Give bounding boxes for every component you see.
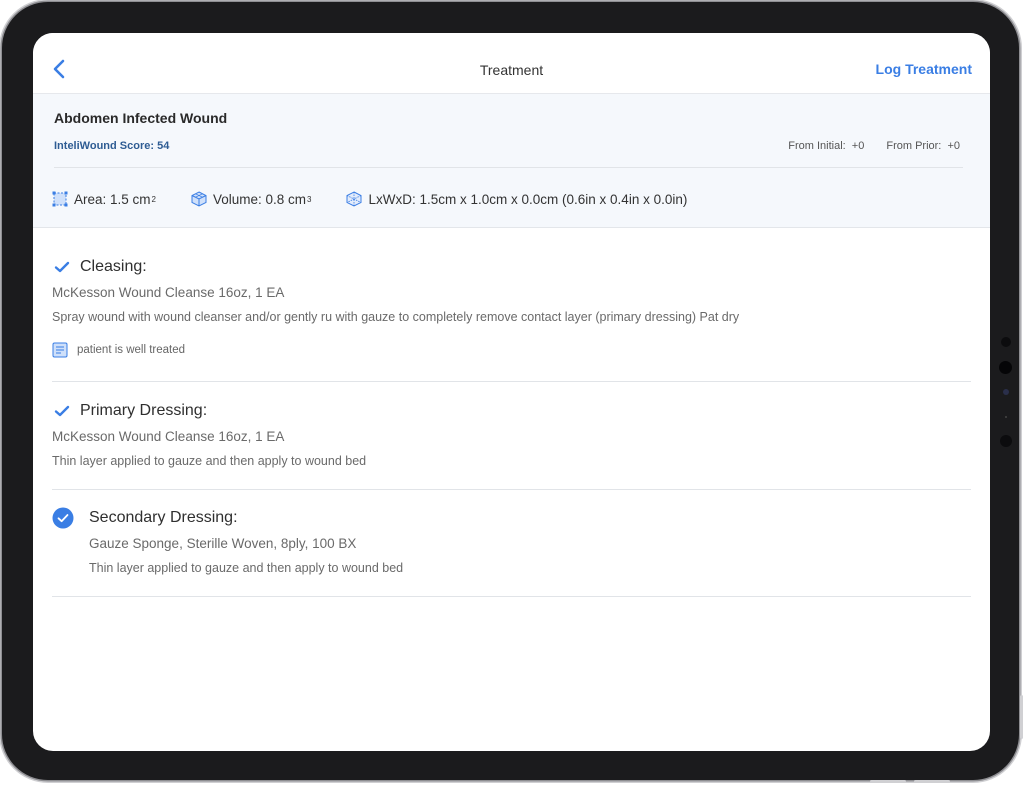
mic-dot <box>1005 416 1007 418</box>
sensor-dot <box>1001 337 1011 347</box>
inteliwound-score: InteliWound Score: 54 <box>54 140 170 152</box>
area-icon <box>52 191 68 207</box>
checkmark-icon <box>54 261 70 273</box>
app-screen: Treatment Log Treatment Abdomen Infected… <box>33 33 990 751</box>
sensor-dot <box>1000 435 1012 447</box>
note-icon <box>52 342 68 358</box>
score-deltas: From Initial: +0 From Prior: +0 <box>788 140 960 152</box>
divider <box>54 167 963 168</box>
treatment-item-secondary-dressing[interactable]: Secondary Dressing: Gauze Sponge, Steril… <box>52 507 971 575</box>
flash-dot <box>1003 389 1009 395</box>
wound-summary: Abdomen Infected Wound InteliWound Score… <box>33 94 990 228</box>
treatment-description: Spray wound with wound cleanser and/or g… <box>52 310 740 324</box>
area-metric: Area: 1.5 cm 2 <box>52 191 156 207</box>
treatment-product: McKesson Wound Cleanse 16oz, 1 EA <box>52 429 285 444</box>
wound-metrics: Area: 1.5 cm 2 Volume: 0.8 cm 3 LxWxD: 1… <box>52 191 722 207</box>
volume-button <box>870 780 906 783</box>
volume-exponent: 3 <box>307 194 312 204</box>
note-text: patient is well treated <box>77 344 186 356</box>
treatment-description: Thin layer applied to gauze and then app… <box>89 561 404 575</box>
divider <box>52 489 971 490</box>
treatment-title: Cleasing: <box>80 258 147 275</box>
treatment-header: Primary Dressing: <box>52 402 971 420</box>
treatment-title: Primary Dressing: <box>80 402 208 419</box>
wound-name: Abdomen Infected Wound <box>54 110 228 126</box>
treatment-product: Gauze Sponge, Sterille Woven, 8ply, 100 … <box>89 536 357 551</box>
tablet-frame: Treatment Log Treatment Abdomen Infected… <box>2 2 1019 780</box>
volume-button <box>914 780 950 783</box>
divider <box>52 381 971 382</box>
power-button <box>1020 695 1023 739</box>
nav-bar: Treatment Log Treatment <box>33 33 990 94</box>
volume-value: Volume: 0.8 cm <box>212 191 307 207</box>
treatment-item-cleansing[interactable]: Cleasing: McKesson Wound Cleanse 16oz, 1… <box>52 258 971 358</box>
treatment-title: Secondary Dressing: <box>89 509 238 526</box>
volume-metric: Volume: 0.8 cm 3 <box>191 191 312 207</box>
treatment-item-primary-dressing[interactable]: Primary Dressing: McKesson Wound Cleanse… <box>52 402 971 468</box>
area-value: Area: 1.5 cm <box>74 191 151 207</box>
treatment-note: patient is well treated <box>52 342 971 358</box>
dimensions-value: LxWxD: 1.5cm x 1.0cm x 0.0cm (0.6in x 0.… <box>368 191 688 207</box>
page-title: Treatment <box>479 62 544 78</box>
treatment-header: Secondary Dressing: <box>52 507 971 529</box>
check-circle-icon[interactable] <box>52 507 74 529</box>
dimensions-metric: LxWxD: 1.5cm x 1.0cm x 0.0cm (0.6in x 0.… <box>346 191 687 207</box>
divider <box>52 596 971 597</box>
area-exponent: 2 <box>151 194 156 204</box>
treatment-header: Cleasing: <box>52 258 971 276</box>
from-prior: From Prior: +0 <box>886 140 960 152</box>
treatment-product: McKesson Wound Cleanse 16oz, 1 EA <box>52 285 285 300</box>
cube-icon <box>191 191 207 207</box>
log-treatment-button[interactable]: Log Treatment <box>876 61 972 77</box>
treatment-description: Thin layer applied to gauze and then app… <box>52 454 367 468</box>
camera-lens <box>999 361 1012 374</box>
dimensions-icon <box>346 191 362 207</box>
checkmark-icon <box>54 405 70 417</box>
from-initial: From Initial: +0 <box>788 140 865 152</box>
